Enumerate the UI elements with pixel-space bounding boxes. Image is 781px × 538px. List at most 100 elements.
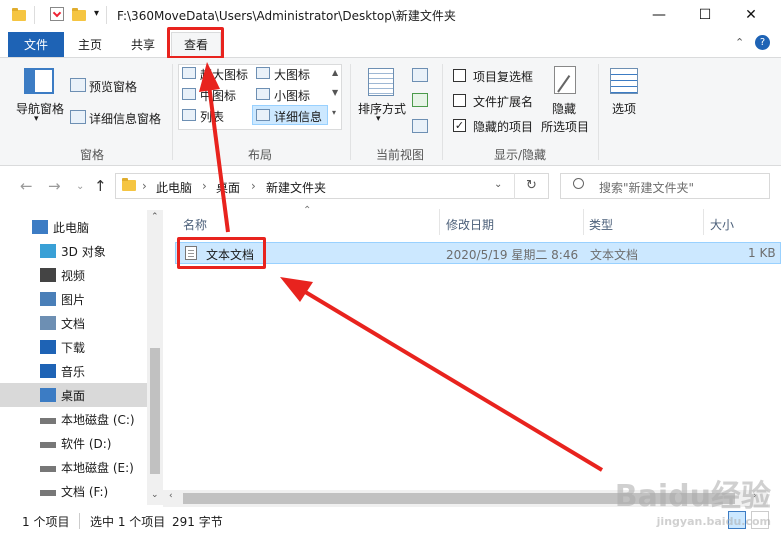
- tab-home[interactable]: 主页: [66, 32, 114, 57]
- navigation-pane: 此电脑 3D 对象视频图片文档下载音乐桌面本地磁盘 (C:) 软件 (D:) 本地磁盘…: [0, 205, 163, 507]
- breadcrumb-separator-icon[interactable]: ›: [142, 179, 147, 193]
- properties-icon[interactable]: [50, 7, 64, 21]
- watermark-text: Baidu经验: [614, 479, 771, 514]
- item-checkboxes-checkbox[interactable]: [453, 69, 466, 82]
- breadcrumb-desktop[interactable]: 桌面: [216, 179, 240, 196]
- group-by-icon[interactable]: [412, 68, 428, 82]
- sort-ascending-icon: ⌃: [303, 205, 312, 216]
- video-icon: [40, 268, 56, 282]
- sidebar-item[interactable]: 本地磁盘 (C:): [0, 407, 147, 431]
- help-icon[interactable]: ?: [755, 35, 770, 50]
- sidebar-item-label: 桌面: [61, 388, 86, 403]
- column-header-type[interactable]: 类型: [589, 216, 613, 233]
- maximize-button[interactable]: ☐: [682, 0, 728, 30]
- sidebar-item-label: 图片: [61, 292, 86, 307]
- layout-large-icons[interactable]: 大图标: [274, 66, 310, 83]
- sidebar-item[interactable]: 软件 (D:): [0, 431, 147, 455]
- address-bar[interactable]: › 此电脑 › 桌面 › 新建文件夹 ⌄ ↻: [115, 173, 549, 199]
- divider: [79, 513, 80, 529]
- search-input[interactable]: 搜索"新建文件夹": [560, 173, 770, 199]
- status-item-count: 1 个项目: [22, 515, 70, 529]
- chevron-down-icon: ▾: [34, 114, 39, 124]
- options-button[interactable]: 选项: [612, 100, 636, 117]
- layout-details[interactable]: 详细信息: [274, 108, 322, 125]
- layout-small-icons[interactable]: 小图标: [274, 87, 310, 104]
- search-icon: [573, 178, 584, 189]
- tab-file[interactable]: 文件: [8, 32, 64, 57]
- sidebar-item-label: 3D 对象: [61, 244, 106, 259]
- refresh-icon[interactable]: ↻: [526, 178, 537, 193]
- forward-arrow-icon[interactable]: →: [48, 177, 61, 195]
- column-header-size[interactable]: 大小: [710, 216, 734, 233]
- sidebar-item[interactable]: 文档: [0, 311, 147, 335]
- layout-list[interactable]: 列表: [200, 108, 224, 125]
- file-extensions-label[interactable]: 文件扩展名: [473, 93, 533, 110]
- options-icon: [610, 68, 638, 94]
- scroll-up-icon[interactable]: ⌃: [151, 212, 159, 222]
- collapse-ribbon-icon[interactable]: ⌃: [735, 36, 744, 49]
- hide-selected-button-line1[interactable]: 隐藏: [552, 100, 576, 117]
- sidebar-item-label: 文档: [61, 316, 86, 331]
- ribbon-panel: 导航窗格 ▾ 预览窗格 详细信息窗格 窗格 超大图标 大图标 中图标 小图标 列…: [0, 58, 781, 166]
- nav-scrollbar[interactable]: ⌃ ⌄: [147, 210, 163, 505]
- size-columns-icon[interactable]: [412, 119, 428, 133]
- layout-extra-large-icons[interactable]: 超大图标: [200, 66, 248, 83]
- divider: [172, 64, 173, 160]
- window-title: F:\360MoveData\Users\Administrator\Deskt…: [117, 9, 456, 23]
- hide-selected-button-line2[interactable]: 所选项目: [541, 118, 589, 135]
- column-header-date[interactable]: 修改日期: [446, 216, 494, 233]
- column-header-name[interactable]: 名称: [183, 216, 207, 233]
- sidebar-item-label: 此电脑: [53, 220, 90, 235]
- details-pane-icon: [70, 110, 86, 124]
- breadcrumb-separator-icon[interactable]: ›: [202, 179, 207, 193]
- group-label-layout: 布局: [247, 148, 272, 162]
- breadcrumb-new-folder[interactable]: 新建文件夹: [266, 179, 326, 196]
- sidebar-item-label: 文档 (F:): [61, 484, 109, 499]
- scroll-down-icon[interactable]: ⌄: [151, 490, 159, 500]
- gallery-scroll-up-icon[interactable]: ▲: [332, 68, 338, 77]
- gallery-scroll-down-icon[interactable]: ▼: [332, 88, 338, 97]
- sidebar-item-label: 音乐: [61, 364, 86, 379]
- sidebar-item[interactable]: 下载: [0, 335, 147, 359]
- navigation-pane-button[interactable]: 导航窗格: [16, 100, 64, 117]
- scroll-thumb[interactable]: [150, 348, 160, 474]
- sidebar-item[interactable]: 视频: [0, 263, 147, 287]
- sidebar-item[interactable]: 图片: [0, 287, 147, 311]
- file-extensions-checkbox[interactable]: [453, 94, 466, 107]
- annotation-box-view-tab: [167, 27, 224, 59]
- layout-medium-icons[interactable]: 中图标: [200, 87, 236, 104]
- up-arrow-icon[interactable]: ↑: [94, 177, 107, 195]
- sort-by-button[interactable]: 排序方式: [358, 100, 406, 117]
- sidebar-item-label: 下载: [61, 340, 86, 355]
- sidebar-item[interactable]: 此电脑: [0, 215, 147, 239]
- watermark-subtext: jingyan.baidu.com: [656, 515, 771, 528]
- sidebar-item[interactable]: 3D 对象: [0, 239, 147, 263]
- divider: [598, 64, 599, 160]
- search-placeholder: 搜索"新建文件夹": [599, 181, 695, 195]
- minimize-button[interactable]: —: [636, 0, 682, 30]
- medium-icons-icon: [182, 88, 196, 100]
- address-dropdown-icon[interactable]: ⌄: [494, 179, 502, 190]
- preview-pane-button[interactable]: 预览窗格: [89, 78, 137, 95]
- gallery-more-icon[interactable]: ▾: [332, 108, 336, 117]
- breadcrumb-separator-icon[interactable]: ›: [251, 179, 256, 193]
- quick-access-dropdown-icon[interactable]: ▾: [94, 8, 99, 19]
- new-folder-icon[interactable]: [72, 7, 86, 21]
- tab-share[interactable]: 共享: [119, 32, 167, 57]
- scroll-left-icon[interactable]: ‹: [169, 491, 173, 501]
- drive-icon: [40, 442, 56, 448]
- item-checkboxes-label[interactable]: 项目复选框: [473, 68, 533, 85]
- details-pane-button[interactable]: 详细信息窗格: [89, 110, 161, 127]
- hidden-items-checkbox[interactable]: ✓: [453, 119, 466, 132]
- close-button[interactable]: ✕: [728, 0, 774, 30]
- 3d-objects-icon: [40, 244, 56, 258]
- back-arrow-icon[interactable]: ←: [20, 177, 33, 195]
- breadcrumb-this-pc[interactable]: 此电脑: [156, 179, 192, 196]
- hidden-items-label[interactable]: 隐藏的项目: [473, 118, 533, 135]
- sidebar-item[interactable]: 音乐: [0, 359, 147, 383]
- add-columns-icon[interactable]: [412, 93, 428, 107]
- sidebar-item[interactable]: 桌面: [0, 383, 147, 407]
- recent-locations-icon[interactable]: ⌄: [76, 181, 84, 192]
- sidebar-item[interactable]: 文档 (F:): [0, 479, 147, 503]
- sidebar-item[interactable]: 本地磁盘 (E:): [0, 455, 147, 479]
